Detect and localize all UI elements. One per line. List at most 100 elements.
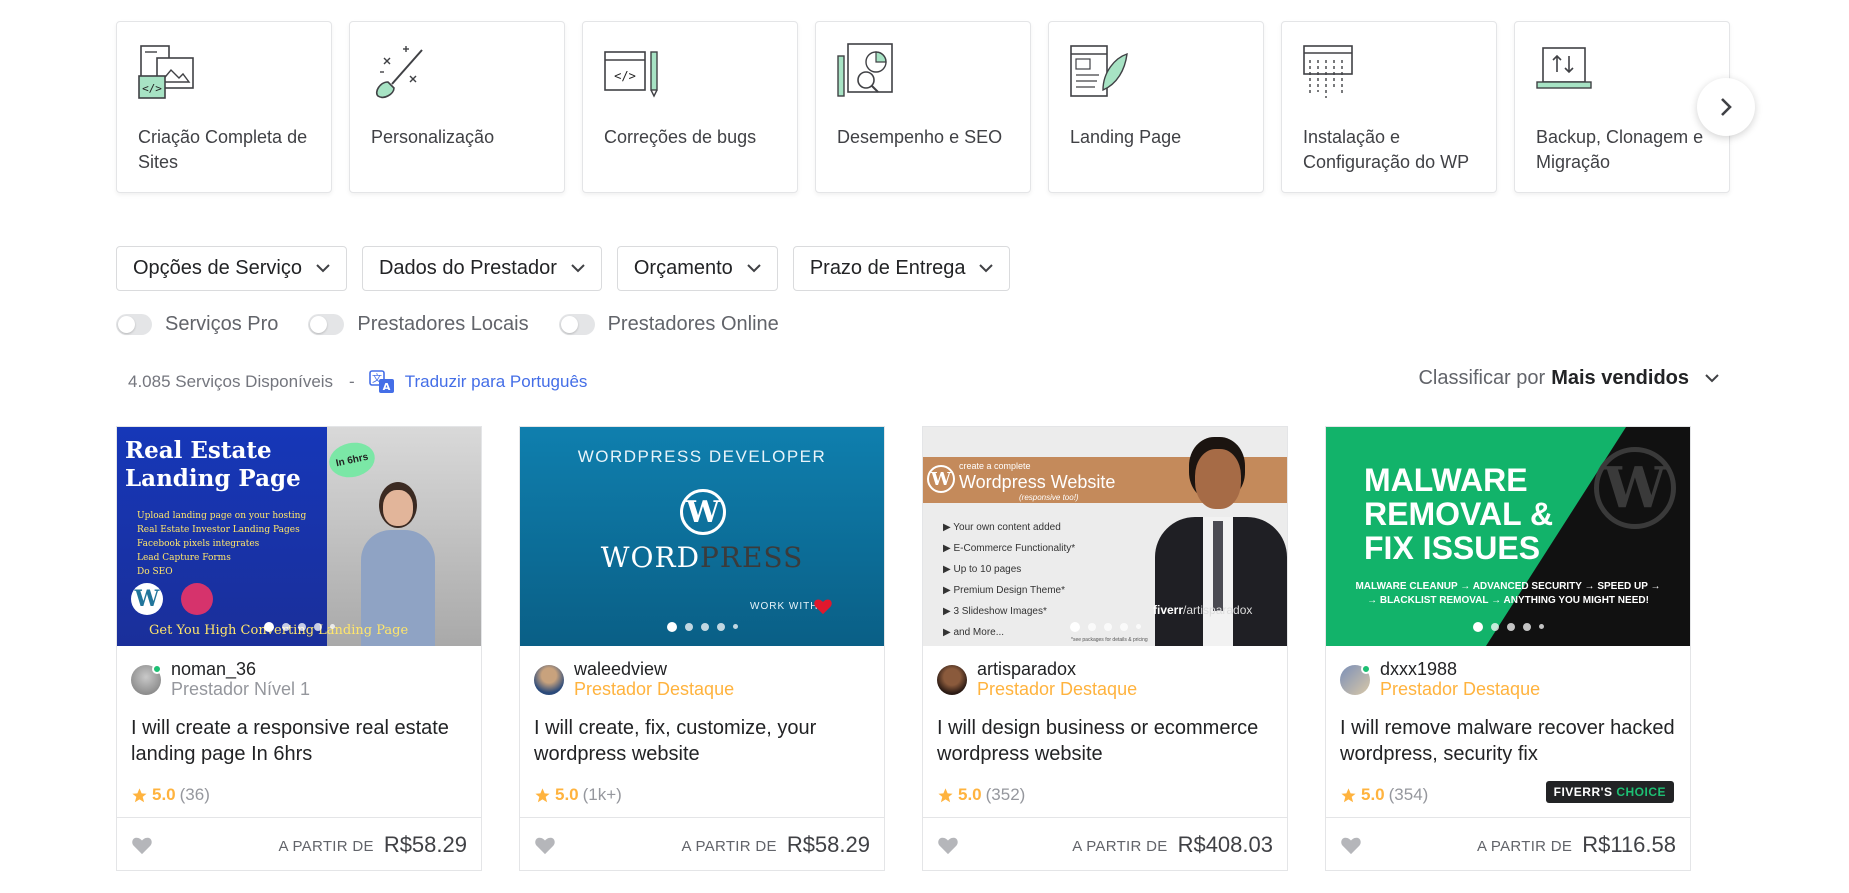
seller-info: noman_36 Prestador Nível 1 <box>131 659 310 700</box>
filter-delivery-time[interactable]: Prazo de Entrega <box>792 246 1011 291</box>
gig-grid: Real Estate Landing Page In 6hrs Upload … <box>116 426 1691 871</box>
carousel-dot[interactable] <box>684 623 693 631</box>
avatar[interactable] <box>937 664 967 695</box>
carousel-dot[interactable] <box>1538 624 1544 629</box>
category-label: Landing Page <box>1070 127 1182 147</box>
price[interactable]: A PARTIR DE R$58.29 <box>279 832 467 858</box>
gig-title[interactable]: I will remove malware recover hacked wor… <box>1340 715 1680 767</box>
gig-thumbnail[interactable]: WORDPRESS DEVELOPER W WORDPRESS WORK WIT… <box>520 427 884 646</box>
gig-title[interactable]: I will create, fix, customize, your word… <box>534 715 874 767</box>
price-value: R$58.29 <box>383 831 467 857</box>
rating: 5.0 (1k+) <box>534 785 622 805</box>
seller-info: waleedview Prestador Destaque <box>534 659 734 700</box>
category-card-landing-page[interactable]: Landing Page <box>1048 21 1264 193</box>
carousel-dots <box>520 622 884 632</box>
code-fix-icon: </> <box>604 51 658 98</box>
elementor-logo-icon <box>181 583 213 615</box>
seller-name[interactable]: noman_36 <box>171 659 310 679</box>
carousel-dot[interactable] <box>1135 624 1141 629</box>
price[interactable]: A PARTIR DE R$116.58 <box>1477 832 1676 858</box>
carousel-dot[interactable] <box>1103 623 1112 631</box>
carousel-dot[interactable] <box>1472 622 1483 632</box>
carousel-dot[interactable] <box>1522 623 1531 631</box>
avatar[interactable] <box>1340 663 1371 695</box>
heart-icon[interactable] <box>937 835 959 855</box>
price[interactable]: A PARTIR DE R$58.29 <box>682 832 870 858</box>
wordpress-logo-icon: W <box>1594 447 1676 529</box>
carousel-next-button[interactable] <box>1697 78 1755 136</box>
website-creation-icon: </> <box>138 45 194 99</box>
carousel-dot[interactable] <box>1506 623 1515 631</box>
filter-label: Dados do Prestador <box>378 257 557 279</box>
promo-bullet-text: Your own content added <box>953 522 1061 533</box>
avatar[interactable] <box>534 664 564 695</box>
brand-name: fiverr <box>1153 603 1184 617</box>
seller-level: Prestador Destaque <box>977 679 1138 699</box>
carousel-dot[interactable] <box>716 623 725 631</box>
carousel-dot[interactable] <box>263 622 274 632</box>
promo-note: *see packages for details & pricing <box>1071 637 1148 643</box>
star-icon <box>938 787 953 802</box>
price-value: R$408.03 <box>1177 831 1273 857</box>
toggle-pro-services[interactable]: Serviços Pro <box>116 313 278 336</box>
category-label: Correções de bugs <box>604 127 757 147</box>
rating-score: 5.0 <box>958 785 982 804</box>
gig-thumbnail[interactable]: W MALWARE REMOVAL & FIX ISSUES MALWARE C… <box>1326 427 1690 646</box>
gig-card[interactable]: WORDPRESS DEVELOPER W WORDPRESS WORK WIT… <box>519 426 885 871</box>
rating-count: (36) <box>179 785 210 804</box>
heart-icon[interactable] <box>534 835 556 855</box>
installation-icon <box>1303 45 1353 98</box>
promo-bullet: ▶ Your own content added <box>943 522 1061 533</box>
category-card-bug-fixes[interactable]: </> Correções de bugs <box>582 21 798 193</box>
seller-name[interactable]: dxxx1988 <box>1380 659 1540 679</box>
gig-thumbnail[interactable]: W create a complete Wordpress Website (r… <box>923 427 1287 646</box>
gig-card[interactable]: W MALWARE REMOVAL & FIX ISSUES MALWARE C… <box>1325 426 1691 871</box>
toggle-switch[interactable] <box>558 314 595 335</box>
wordmark-part: WORD <box>600 541 701 574</box>
carousel-dot[interactable] <box>1490 623 1499 631</box>
avatar[interactable] <box>131 663 162 695</box>
promo-bullet: Do SEO <box>137 567 173 577</box>
category-card-customization[interactable]: Personalização <box>349 21 565 193</box>
carousel-dot[interactable] <box>1069 622 1080 632</box>
carousel-dot[interactable] <box>1087 623 1096 631</box>
category-carousel: </> Criação Completa de Sites Personaliz… <box>116 21 1730 193</box>
heart-icon[interactable] <box>131 835 153 855</box>
category-card-wp-installation[interactable]: Instalação e Configuração do WP <box>1281 21 1497 193</box>
filter-label: Opções de Serviço <box>133 257 302 279</box>
carousel-dot[interactable] <box>313 623 322 631</box>
carousel-dot[interactable] <box>329 624 335 629</box>
carousel-dot[interactable] <box>732 624 738 629</box>
seller-name[interactable]: waleedview <box>574 659 734 679</box>
carousel-dot[interactable] <box>281 623 290 631</box>
heart-icon[interactable] <box>1340 835 1362 855</box>
filter-budget[interactable]: Orçamento <box>616 246 778 291</box>
carousel-dot[interactable] <box>700 623 709 631</box>
chevron-down-icon <box>1705 374 1719 383</box>
svg-text:</>: </> <box>614 69 636 83</box>
category-card-performance-seo[interactable]: Desempenho e SEO <box>815 21 1031 193</box>
toggle-switch[interactable] <box>308 314 345 335</box>
seller-name[interactable]: artisparadox <box>977 659 1137 679</box>
category-card-site-creation[interactable]: </> Criação Completa de Sites <box>116 21 332 193</box>
toggle-local-sellers[interactable]: Prestadores Locais <box>308 313 529 336</box>
toggle-online-sellers[interactable]: Prestadores Online <box>558 313 779 336</box>
price[interactable]: A PARTIR DE R$408.03 <box>1072 832 1273 858</box>
filter-service-options[interactable]: Opções de Serviço <box>116 246 347 291</box>
gig-title[interactable]: I will create a responsive real estate l… <box>131 715 471 767</box>
gig-title[interactable]: I will design business or ecommerce word… <box>937 715 1277 767</box>
gig-thumbnail[interactable]: Real Estate Landing Page In 6hrs Upload … <box>117 427 481 646</box>
category-label: Criação Completa de Sites <box>138 127 308 172</box>
translate-link[interactable]: 文 A Traduzir para Português <box>368 370 587 394</box>
filter-seller-details[interactable]: Dados do Prestador <box>361 246 602 291</box>
carousel-dot[interactable] <box>297 623 306 631</box>
toggle-switch[interactable] <box>116 314 152 335</box>
sort-dropdown[interactable]: Classificar por Mais vendidos <box>1418 367 1719 390</box>
promo-bullets: Upload landing page on your hosting Real… <box>137 509 306 579</box>
carousel-dot[interactable] <box>666 622 677 632</box>
promo-small: create a complete <box>959 461 1031 471</box>
gig-card[interactable]: Real Estate Landing Page In 6hrs Upload … <box>116 426 482 871</box>
price-prefix: A PARTIR DE <box>1072 838 1168 855</box>
carousel-dot[interactable] <box>1119 623 1128 631</box>
gig-card[interactable]: W create a complete Wordpress Website (r… <box>922 426 1288 871</box>
